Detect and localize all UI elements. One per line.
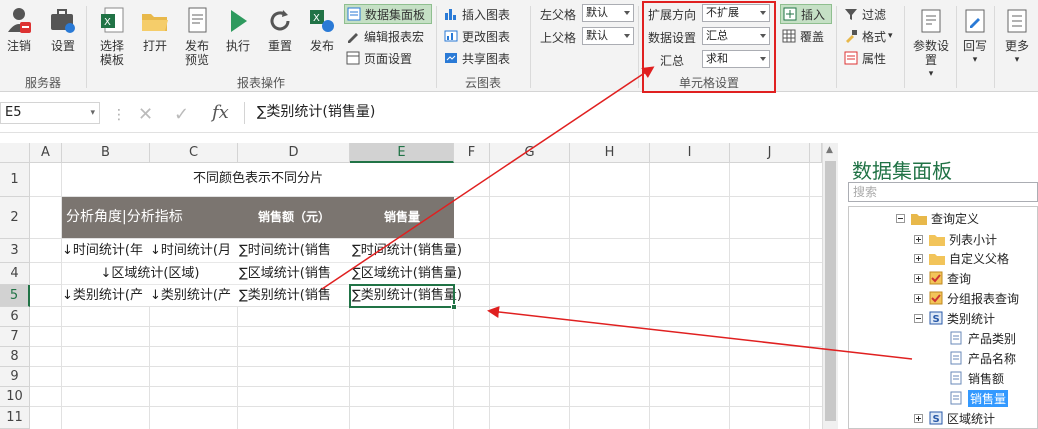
arrow-to-active-cell	[487, 306, 913, 360]
annotation-arrows	[321, 66, 913, 360]
arrow-to-cell-settings	[321, 66, 655, 290]
